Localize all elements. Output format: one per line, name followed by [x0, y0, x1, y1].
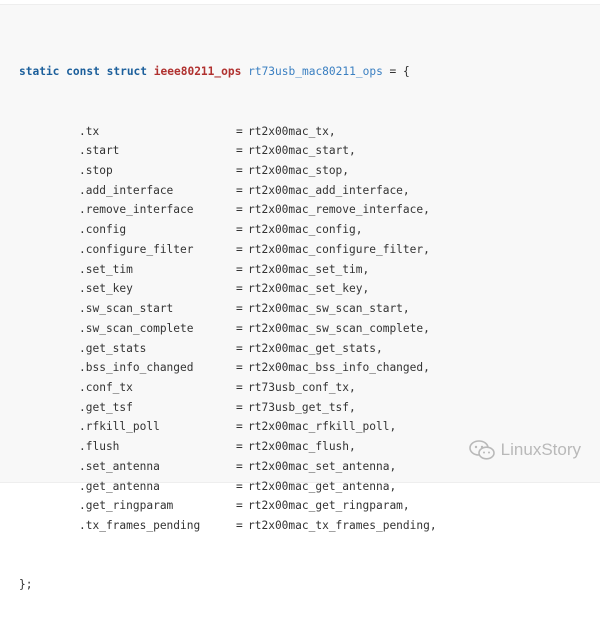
function-value: rt2x00mac_get_ringparam, — [248, 499, 410, 513]
function-value: rt2x00mac_set_tim, — [248, 262, 370, 276]
assignment-line: .start = rt2x00mac_start, — [19, 141, 410, 161]
assign-operator: = — [236, 262, 243, 276]
field-name: .remove_interface — [79, 203, 194, 217]
keyword-struct: struct — [106, 65, 148, 79]
assign-operator: = — [236, 302, 243, 316]
field-name: .start — [79, 144, 120, 158]
assign-operator: = — [236, 499, 243, 513]
field-name: .flush — [79, 440, 120, 454]
function-value: rt2x00mac_get_antenna, — [248, 479, 397, 493]
field-name: .sw_scan_complete — [79, 321, 194, 335]
assignment-line: .stop = rt2x00mac_stop, — [19, 161, 410, 181]
code-listing: static const struct ieee80211_ops rt73us… — [19, 23, 437, 634]
function-value: rt2x00mac_tx_frames_pending, — [248, 518, 437, 532]
open-brace: = { — [382, 65, 410, 79]
assignment-line: .set_antenna = rt2x00mac_set_antenna, — [19, 457, 410, 477]
struct-type-name: ieee80211_ops — [153, 65, 242, 79]
function-value: rt73usb_conf_tx, — [248, 380, 356, 394]
function-value: rt2x00mac_tx, — [248, 124, 336, 138]
assign-operator: = — [236, 380, 243, 394]
function-value: rt2x00mac_set_antenna, — [248, 459, 397, 473]
assignment-line: .add_interface = rt2x00mac_add_interface, — [19, 181, 410, 201]
function-value: rt2x00mac_sw_scan_start, — [248, 302, 410, 316]
function-value: rt2x00mac_config, — [248, 223, 363, 237]
function-value: rt2x00mac_remove_interface, — [248, 203, 430, 217]
keyword-const: const — [66, 65, 100, 79]
assignment-line: .get_ringparam = rt2x00mac_get_ringparam, — [19, 496, 410, 516]
code-block: static const struct ieee80211_ops rt73us… — [0, 4, 600, 591]
assignment-line: .flush = rt2x00mac_flush, — [19, 437, 410, 457]
function-value: rt2x00mac_bss_info_changed, — [248, 361, 430, 375]
field-name: .bss_info_changed — [79, 361, 194, 375]
assignment-list: .tx = rt2x00mac_tx, .start = rt2x00mac_start,… — [19, 122, 437, 536]
function-value: rt2x00mac_flush, — [248, 440, 356, 454]
assignment-line: .set_key = rt2x00mac_set_key, — [19, 279, 410, 299]
assignment-line: .remove_interface = rt2x00mac_remove_inter… — [19, 200, 430, 220]
assignment-line: .tx = rt2x00mac_tx, — [19, 122, 410, 142]
assign-operator: = — [236, 223, 243, 237]
field-name: .get_stats — [79, 341, 147, 355]
assignment-line: .sw_scan_start = rt2x00mac_sw_scan_start, — [19, 299, 410, 319]
assign-operator: = — [236, 361, 243, 375]
field-name: .tx_frames_pending — [79, 518, 201, 532]
code-header-line: static const struct ieee80211_ops rt73us… — [19, 62, 410, 82]
watermark: LinuxStory — [468, 440, 581, 460]
function-value: rt73usb_get_tsf, — [248, 400, 356, 414]
function-value: rt2x00mac_configure_filter, — [248, 242, 430, 256]
assignment-line: .get_antenna = rt2x00mac_get_antenna, — [19, 477, 410, 497]
field-name: .set_tim — [79, 262, 133, 276]
assignment-line: .get_stats = rt2x00mac_get_stats, — [19, 339, 410, 359]
assign-operator: = — [236, 144, 243, 158]
variable-name: rt73usb_mac80211_ops — [248, 65, 383, 79]
field-name: .get_tsf — [79, 400, 133, 414]
field-name: .stop — [79, 164, 113, 178]
field-name: .set_antenna — [79, 459, 160, 473]
watermark-text: LinuxStory — [500, 440, 581, 459]
assign-operator: = — [236, 400, 243, 414]
field-name: .config — [79, 223, 127, 237]
assign-operator: = — [236, 203, 243, 217]
assign-operator: = — [236, 518, 243, 532]
assignment-line: .tx_frames_pending = rt2x00mac_tx_frames_p… — [19, 516, 437, 536]
field-name: .set_key — [79, 282, 133, 296]
code-footer-line: }; — [19, 578, 33, 592]
field-name: .get_antenna — [79, 479, 160, 493]
function-value: rt2x00mac_start, — [248, 144, 356, 158]
field-name: .get_ringparam — [79, 499, 174, 513]
field-name: .configure_filter — [79, 242, 194, 256]
assign-operator: = — [236, 341, 243, 355]
keyword-static: static — [19, 65, 60, 79]
function-value: rt2x00mac_set_key, — [248, 282, 370, 296]
assign-operator: = — [236, 420, 243, 434]
assign-operator: = — [236, 242, 243, 256]
assignment-line: .config = rt2x00mac_config, — [19, 220, 410, 240]
assignment-line: .set_tim = rt2x00mac_set_tim, — [19, 260, 410, 280]
assignment-line: .bss_info_changed = rt2x00mac_bss_info_cha… — [19, 358, 430, 378]
wechat-icon — [468, 440, 495, 460]
assignment-line: .get_tsf = rt73usb_get_tsf, — [19, 398, 410, 418]
field-name: .rfkill_poll — [79, 420, 160, 434]
assignment-line: .sw_scan_complete = rt2x00mac_sw_scan_comp… — [19, 319, 430, 339]
assignment-line: .configure_filter = rt2x00mac_configure_fi… — [19, 240, 430, 260]
assign-operator: = — [236, 440, 243, 454]
assignment-line: .conf_tx = rt73usb_conf_tx, — [19, 378, 410, 398]
assign-operator: = — [236, 321, 243, 335]
function-value: rt2x00mac_add_interface, — [248, 183, 410, 197]
assign-operator: = — [236, 479, 243, 493]
assign-operator: = — [236, 164, 243, 178]
field-name: .sw_scan_start — [79, 302, 174, 316]
assign-operator: = — [236, 282, 243, 296]
function-value: rt2x00mac_sw_scan_complete, — [248, 321, 430, 335]
field-name: .tx — [79, 124, 100, 138]
function-value: rt2x00mac_stop, — [248, 164, 350, 178]
assign-operator: = — [236, 459, 243, 473]
assignment-line: .rfkill_poll = rt2x00mac_rfkill_poll, — [19, 417, 410, 437]
assign-operator: = — [236, 124, 243, 138]
field-name: .conf_tx — [79, 380, 133, 394]
function-value: rt2x00mac_get_stats, — [248, 341, 383, 355]
function-value: rt2x00mac_rfkill_poll, — [248, 420, 397, 434]
field-name: .add_interface — [79, 183, 174, 197]
assign-operator: = — [236, 183, 243, 197]
